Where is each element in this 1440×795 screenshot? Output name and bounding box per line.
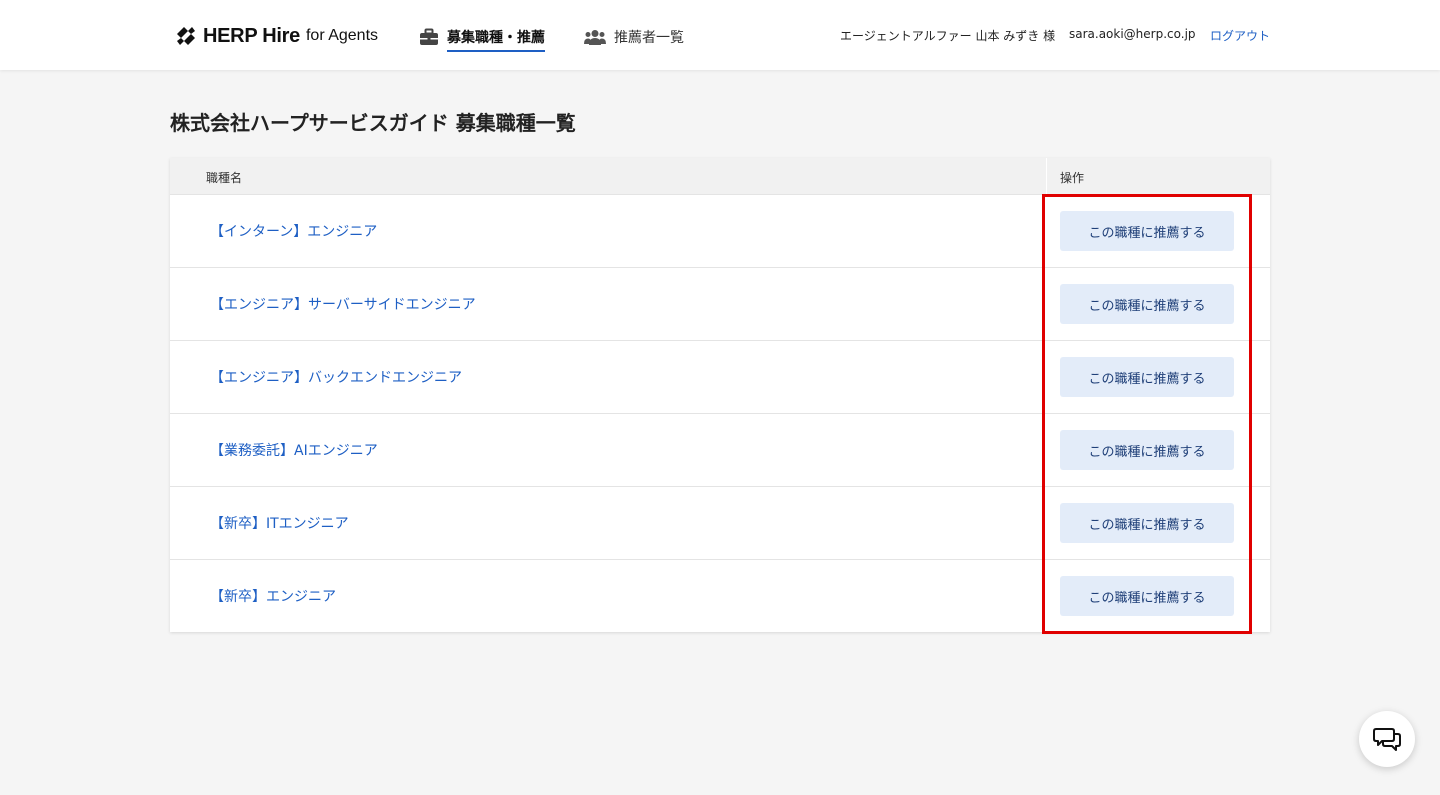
user-name: エージェントアルファー 山本 みずき 様 <box>840 29 1056 43</box>
column-header-action: 操作 <box>1060 171 1085 185</box>
table-row: 【エンジニア】サーバーサイドエンジニア この職種に推薦する <box>170 267 1270 340</box>
chat-button[interactable] <box>1359 711 1415 767</box>
recommend-button[interactable]: この職種に推薦する <box>1060 211 1234 251</box>
job-link[interactable]: 【インターン】エンジニア <box>210 221 377 241</box>
top-header: HERP Hire for Agents 募集職種・推薦 推薦者一覧 エージェン… <box>0 0 1440 70</box>
nav-jobs-label: 募集職種・推薦 <box>447 27 545 52</box>
column-header-job-name: 職種名 <box>206 171 243 185</box>
recommend-button[interactable]: この職種に推薦する <box>1060 284 1234 324</box>
table-row: 【新卒】エンジニア この職種に推薦する <box>170 559 1270 632</box>
table-row: 【業務委託】AIエンジニア この職種に推薦する <box>170 413 1270 486</box>
nav-recommenders-label: 推薦者一覧 <box>614 30 684 46</box>
nav-recommender-list[interactable]: 推薦者一覧 <box>584 25 684 49</box>
job-link[interactable]: 【エンジニア】バックエンドエンジニア <box>210 367 462 387</box>
chat-icon <box>1373 728 1401 751</box>
job-link[interactable]: 【業務委託】AIエンジニア <box>210 440 378 460</box>
job-link[interactable]: 【新卒】エンジニア <box>210 586 336 606</box>
logo[interactable]: HERP Hire for Agents <box>175 24 378 48</box>
logo-subtitle: for Agents <box>305 27 379 44</box>
table-row: 【新卒】ITエンジニア この職種に推薦する <box>170 486 1270 559</box>
users-icon <box>584 30 606 45</box>
job-link[interactable]: 【新卒】ITエンジニア <box>210 513 349 533</box>
table-row: 【インターン】エンジニア この職種に推薦する <box>170 194 1270 267</box>
user-email: sara.aoki@herp.co.jp <box>1069 27 1196 41</box>
logout-link[interactable]: ログアウト <box>1210 27 1270 44</box>
column-divider <box>1046 158 1047 194</box>
recommend-button[interactable]: この職種に推薦する <box>1060 357 1234 397</box>
table-header: 職種名 操作 <box>170 158 1270 194</box>
page-title: 株式会社ハープサービスガイド 募集職種一覧 <box>170 111 576 135</box>
recommend-button[interactable]: この職種に推薦する <box>1060 430 1234 470</box>
job-table: 職種名 操作 【インターン】エンジニア この職種に推薦する 【エンジニア】サーバ… <box>170 158 1270 632</box>
table-row: 【エンジニア】バックエンドエンジニア この職種に推薦する <box>170 340 1270 413</box>
nav-jobs-recommend[interactable]: 募集職種・推薦 <box>419 25 545 52</box>
job-link[interactable]: 【エンジニア】サーバーサイドエンジニア <box>210 294 476 314</box>
recommend-button[interactable]: この職種に推薦する <box>1060 503 1234 543</box>
briefcase-icon <box>420 28 438 45</box>
logo-brand: HERP Hire <box>203 24 300 47</box>
herp-logo-icon <box>177 27 195 45</box>
recommend-button[interactable]: この職種に推薦する <box>1060 576 1234 616</box>
